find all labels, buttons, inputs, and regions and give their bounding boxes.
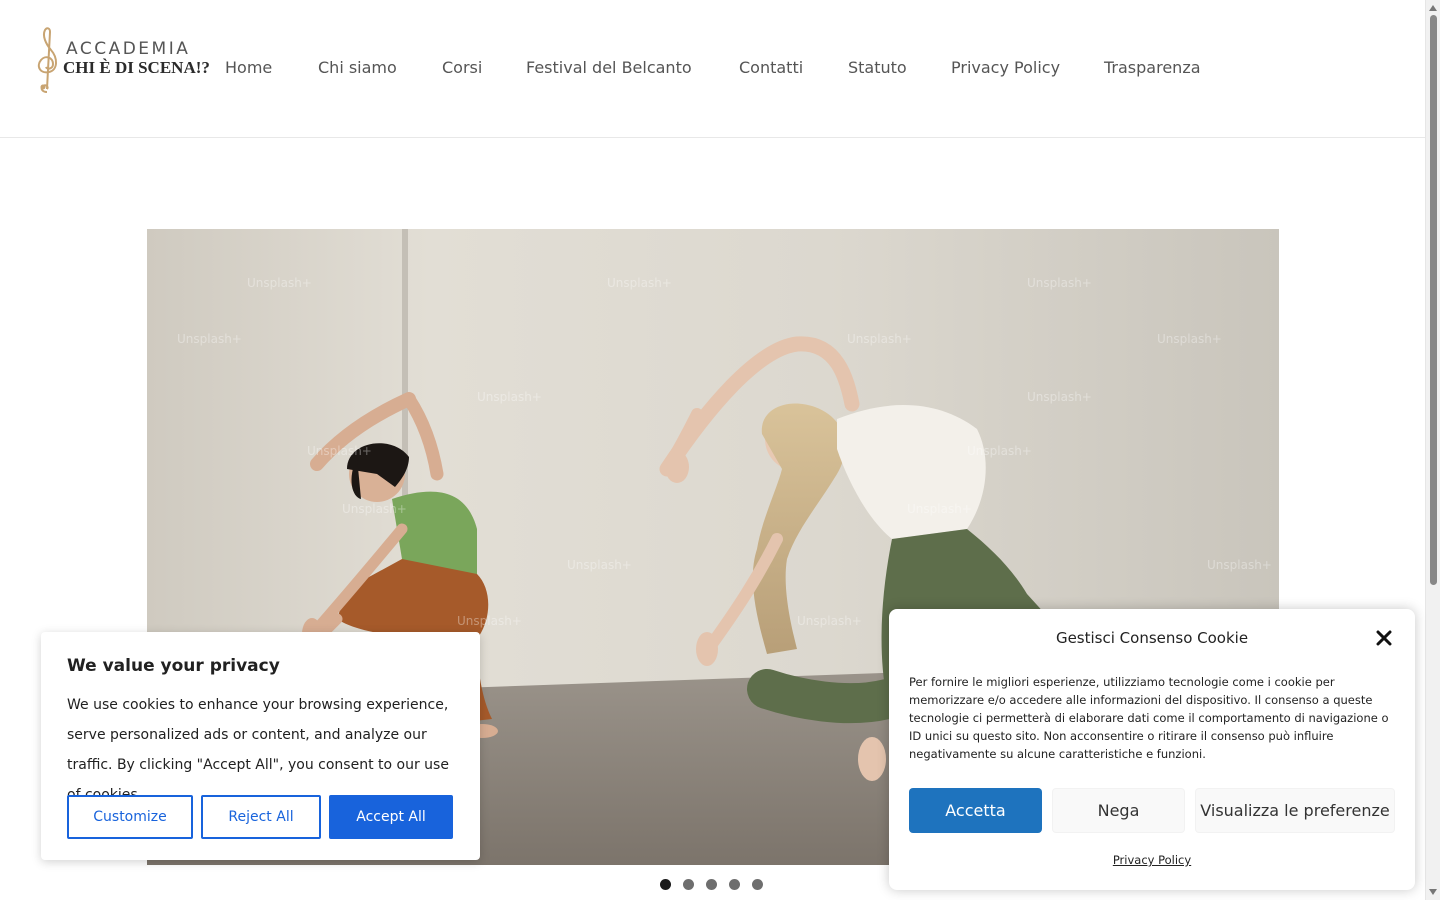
svg-text:Unsplash+: Unsplash+ — [177, 332, 242, 346]
nav-statuto[interactable]: Statuto — [848, 58, 907, 77]
svg-text:Unsplash+: Unsplash+ — [567, 558, 632, 572]
accept-all-button[interactable]: Accept All — [329, 795, 453, 839]
privacy-policy-link[interactable]: Privacy Policy — [889, 853, 1415, 867]
site-header: ACCADEMIA CHI È DI SCENA!? Home Chi siam… — [0, 0, 1425, 138]
privacy-banner: We value your privacy We use cookies to … — [41, 632, 480, 860]
svg-text:Unsplash+: Unsplash+ — [967, 444, 1032, 458]
svg-text:Unsplash+: Unsplash+ — [907, 502, 972, 516]
slider-dot-3[interactable] — [706, 879, 717, 890]
svg-text:Unsplash+: Unsplash+ — [1027, 276, 1092, 290]
logo-text-top: ACCADEMIA — [66, 39, 191, 59]
svg-text:Unsplash+: Unsplash+ — [1157, 332, 1222, 346]
nega-button[interactable]: Nega — [1052, 788, 1185, 833]
nav-trasparenza[interactable]: Trasparenza — [1104, 58, 1201, 77]
privacy-banner-text: We use cookies to enhance your browsing … — [67, 697, 449, 803]
nav-festival[interactable]: Festival del Belcanto — [526, 58, 692, 77]
slider-dot-5[interactable] — [752, 879, 763, 890]
scrollbar-thumb[interactable] — [1430, 15, 1437, 585]
nav-chi-siamo[interactable]: Chi siamo — [318, 58, 397, 77]
logo-text-bottom: CHI È DI SCENA!? — [63, 58, 210, 77]
customize-button[interactable]: Customize — [67, 795, 193, 839]
privacy-banner-title: We value your privacy — [67, 656, 280, 676]
slider-dot-2[interactable] — [683, 879, 694, 890]
nav-privacy-policy[interactable]: Privacy Policy — [951, 58, 1060, 77]
nav-corsi[interactable]: Corsi — [442, 58, 482, 77]
svg-text:Unsplash+: Unsplash+ — [797, 614, 862, 628]
cookie-consent-text: Per fornire le migliori esperienze, util… — [909, 675, 1389, 761]
slider-dot-4[interactable] — [729, 879, 740, 890]
close-icon[interactable] — [1375, 629, 1393, 647]
svg-text:Unsplash+: Unsplash+ — [847, 332, 912, 346]
svg-text:Unsplash+: Unsplash+ — [342, 502, 407, 516]
cookie-consent-dialog: Gestisci Consenso Cookie Per fornire le … — [889, 609, 1415, 890]
svg-text:Unsplash+: Unsplash+ — [1207, 558, 1272, 572]
nav-contatti[interactable]: Contatti — [739, 58, 803, 77]
slider-dot-1[interactable] — [660, 879, 671, 890]
svg-text:Unsplash+: Unsplash+ — [307, 444, 372, 458]
scroll-down-arrow-icon[interactable] — [1429, 889, 1437, 895]
reject-all-button[interactable]: Reject All — [201, 795, 321, 839]
nav-home[interactable]: Home — [225, 58, 272, 77]
svg-text:Unsplash+: Unsplash+ — [607, 276, 672, 290]
svg-text:Unsplash+: Unsplash+ — [1027, 390, 1092, 404]
scroll-up-arrow-icon[interactable] — [1429, 5, 1437, 11]
page-scrollbar[interactable] — [1425, 0, 1440, 900]
cookie-consent-title: Gestisci Consenso Cookie — [1055, 629, 1249, 647]
visualizza-preferenze-button[interactable]: Visualizza le preferenze — [1195, 788, 1395, 833]
site-logo[interactable]: ACCADEMIA CHI È DI SCENA!? — [30, 26, 210, 96]
accetta-button[interactable]: Accetta — [909, 788, 1042, 833]
svg-text:Unsplash+: Unsplash+ — [477, 390, 542, 404]
svg-text:Unsplash+: Unsplash+ — [247, 276, 312, 290]
treble-clef-icon — [37, 27, 57, 93]
svg-text:Unsplash+: Unsplash+ — [457, 614, 522, 628]
